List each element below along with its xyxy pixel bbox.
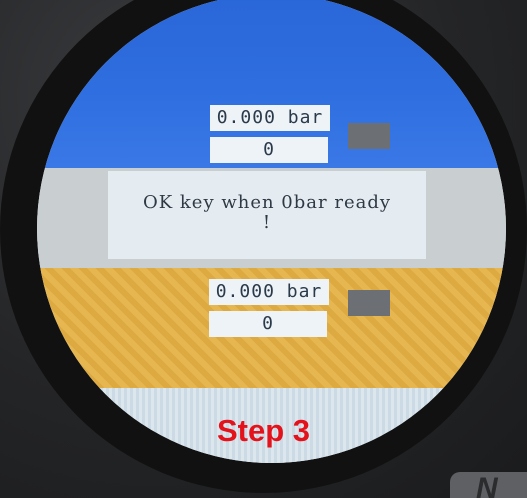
bottom-status-indicator-icon xyxy=(348,290,390,316)
device-photo: 0.000 bar 0 OK key when 0bar ready ! 0.0… xyxy=(0,0,527,498)
top-status-indicator-icon xyxy=(348,123,390,149)
bottom-pressure-readout: 0.000 bar xyxy=(209,279,329,305)
brand-logo-corner: N xyxy=(450,472,527,498)
instruction-message-line1: OK key when 0bar ready xyxy=(142,192,392,213)
instruction-message-line2: ! xyxy=(262,212,272,233)
top-counter-readout: 0 xyxy=(210,137,328,163)
top-pressure-readout: 0.000 bar xyxy=(210,105,330,131)
step-label: Step 3 xyxy=(216,413,311,448)
bottom-counter-readout: 0 xyxy=(209,311,327,337)
round-display: 0.000 bar 0 OK key when 0bar ready ! 0.0… xyxy=(37,0,506,463)
instruction-message: OK key when 0bar ready ! xyxy=(108,171,426,259)
